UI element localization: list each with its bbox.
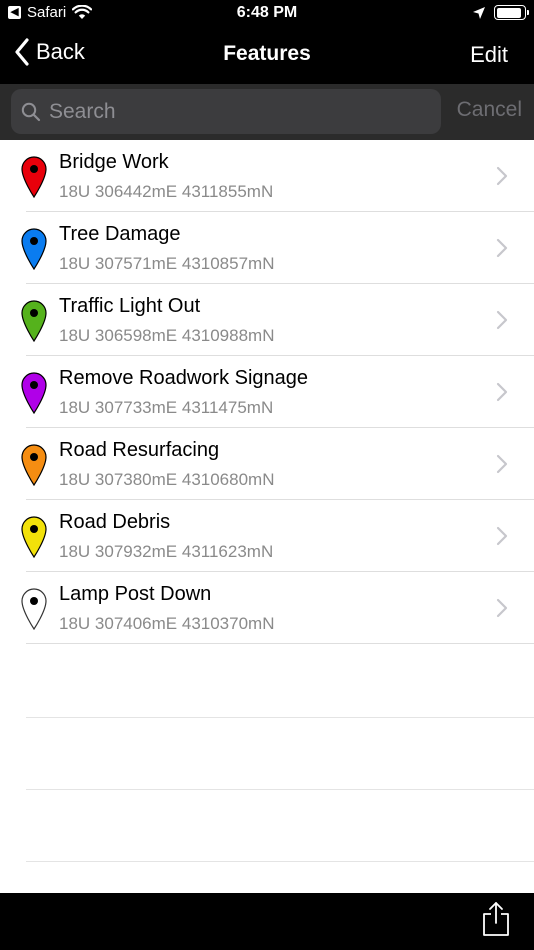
map-pin-icon	[21, 516, 47, 559]
feature-row[interactable]: Traffic Light Out 18U 306598mE 4310988mN	[0, 284, 534, 356]
search-icon	[21, 102, 41, 121]
feature-row[interactable]: Tree Damage 18U 307571mE 4310857mN	[0, 212, 534, 284]
location-arrow-icon	[473, 6, 485, 19]
chevron-right-icon	[496, 598, 508, 618]
feature-coordinates: 18U 307406mE 4310370mN	[59, 614, 275, 633]
chevron-right-icon	[496, 526, 508, 546]
feature-row[interactable]: Road Debris 18U 307932mE 4311623mN	[0, 500, 534, 572]
back-button[interactable]: Back	[14, 38, 85, 66]
map-pin-icon	[21, 156, 47, 199]
feature-coordinates: 18U 306598mE 4310988mN	[59, 326, 275, 345]
feature-name: Road Debris	[59, 511, 171, 533]
edit-button[interactable]: Edit	[470, 42, 508, 68]
empty-row-separator	[26, 861, 534, 862]
map-pin-icon	[21, 372, 47, 415]
chevron-right-icon	[496, 310, 508, 330]
battery-icon	[494, 5, 529, 20]
status-bar: ◀ Safari 6:48 PM	[0, 0, 534, 28]
feature-name: Traffic Light Out	[59, 295, 201, 317]
feature-list: Bridge Work 18U 306442mE 4311855mN Tree Da…	[0, 140, 534, 644]
feature-coordinates: 18U 307380mE 4310680mN	[59, 470, 275, 489]
empty-row-separator	[26, 717, 534, 718]
search-field	[11, 89, 441, 134]
feature-coordinates: 18U 306442mE 4311855mN	[59, 182, 274, 201]
chevron-right-icon	[496, 454, 508, 474]
feature-coordinates: 18U 307932mE 4311623mN	[59, 542, 274, 561]
feature-row[interactable]: Bridge Work 18U 306442mE 4311855mN	[0, 140, 534, 212]
feature-name: Remove Roadwork Signage	[59, 367, 309, 389]
map-pin-icon	[21, 588, 47, 631]
back-button-label: Back	[36, 39, 85, 64]
navigation-bar: Back Features Edit	[0, 28, 534, 84]
feature-name: Lamp Post Down	[59, 583, 212, 605]
chevron-left-icon	[15, 38, 29, 66]
feature-row[interactable]: Road Resurfacing 18U 307380mE 4310680mN	[0, 428, 534, 500]
map-pin-icon	[21, 300, 47, 343]
feature-row[interactable]: Lamp Post Down 18U 307406mE 4310370mN	[0, 572, 534, 644]
search-input[interactable]	[41, 89, 441, 134]
map-pin-icon	[21, 228, 47, 271]
battery-level	[496, 7, 522, 18]
chevron-right-icon	[496, 166, 508, 186]
empty-row-separator	[26, 789, 534, 790]
feature-name: Bridge Work	[59, 151, 169, 173]
feature-name: Tree Damage	[59, 223, 181, 245]
bottom-toolbar	[0, 893, 534, 950]
share-icon[interactable]	[482, 901, 510, 937]
chevron-right-icon	[496, 238, 508, 258]
feature-name: Road Resurfacing	[59, 439, 220, 461]
search-bar: Cancel	[0, 84, 534, 140]
chevron-right-icon	[496, 382, 508, 402]
feature-coordinates: 18U 307571mE 4310857mN	[59, 254, 275, 273]
cancel-button[interactable]: Cancel	[457, 98, 522, 122]
feature-row[interactable]: Remove Roadwork Signage 18U 307733mE 4311…	[0, 356, 534, 428]
feature-coordinates: 18U 307733mE 4311475mN	[59, 398, 274, 417]
map-pin-icon	[21, 444, 47, 487]
status-time: 6:48 PM	[236, 4, 298, 21]
